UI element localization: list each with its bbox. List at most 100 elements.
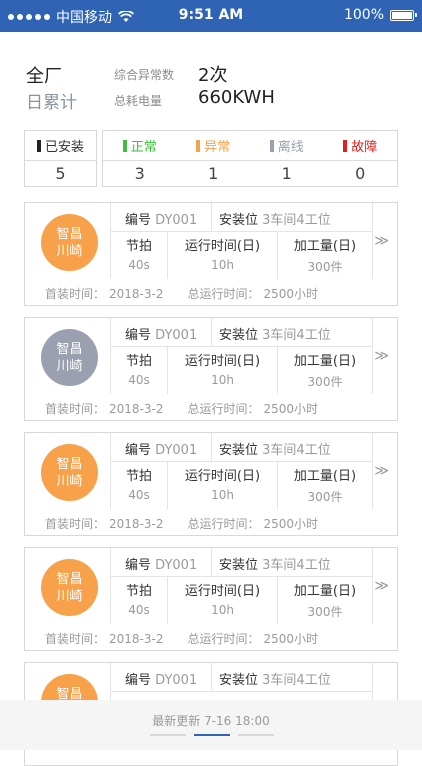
latest-update-text: 最新更新 7-16 18:00 [152, 714, 270, 728]
page-indicator-1[interactable] [150, 734, 186, 736]
runtime-label: 运行时间(日) [184, 239, 261, 254]
runtime-value: 10h [211, 373, 234, 387]
machine-position: 3车间4工位 [262, 328, 331, 343]
machine-info-grid: 编号 DY001 安装位 3车间4工位 节拍 40s 运行时间(日) 10h 加… [110, 203, 373, 279]
footer-bar: 最新更新 7-16 18:00 [0, 700, 422, 750]
status-stat-box: 正常 3 异常 1 离线 1 故障 0 [102, 130, 398, 187]
number-label: 编号 [125, 558, 152, 573]
output-value: 300件 [307, 375, 343, 389]
machine-card[interactable]: 智昌 川崎 编号 DY001 安装位 3车间4工位 节拍 40s 运行时间(日)… [24, 547, 398, 651]
fault-value: 0 [355, 164, 366, 183]
abnormal-value: 1 [208, 164, 219, 183]
first-install-label: 首装时间： [45, 402, 106, 416]
position-label: 安装位 [219, 443, 259, 458]
stat-fault[interactable]: 故障 0 [323, 131, 397, 186]
double-chevron-right-icon[interactable]: ≫ [374, 463, 389, 479]
machine-position: 3车间4工位 [262, 558, 331, 573]
machine-id: DY001 [155, 558, 198, 573]
machine-info-grid: 编号 DY001 安装位 3车间4工位 节拍 40s 运行时间(日) 10h 加… [110, 318, 373, 394]
beat-label: 节拍 [125, 469, 152, 484]
machine-avatar: 智昌 川崎 [41, 444, 98, 501]
beat-label: 节拍 [125, 354, 152, 369]
output-value: 300件 [307, 605, 343, 619]
runtime-label: 运行时间(日) [184, 469, 261, 484]
beat-value: 40s [128, 488, 150, 502]
abnormal-count-label: 综合异常数 [114, 68, 175, 82]
offline-label: 离线 [277, 140, 304, 155]
output-value: 300件 [307, 260, 343, 274]
machine-id: DY001 [155, 328, 198, 343]
first-install-label: 首装时间： [45, 517, 106, 531]
battery-icon [390, 9, 417, 21]
machine-info-grid: 编号 DY001 安装位 3车间4工位 节拍 40s 运行时间(日) 10h 加… [110, 548, 373, 624]
total-runtime-value: 2500小时 [263, 287, 319, 301]
summary-subtitle: 日累计 [26, 93, 77, 113]
first-install-value: 2018-3-2 [109, 632, 164, 646]
battery-percentage: 100% [343, 7, 384, 23]
installed-stat-box: 已安装 5 [24, 130, 97, 187]
stat-installed[interactable]: 已安装 5 [25, 131, 96, 186]
machine-id: DY001 [155, 673, 198, 688]
machine-avatar: 智昌 川崎 [41, 559, 98, 616]
beat-value: 40s [128, 603, 150, 617]
stat-normal[interactable]: 正常 3 [103, 131, 177, 186]
plant-summary: 全厂 日累计 综合异常数 2次 总耗电量 660KWH [26, 58, 406, 114]
first-install-label: 首装时间： [45, 287, 106, 301]
number-label: 编号 [125, 328, 152, 343]
total-runtime-label: 总运行时间： [187, 287, 260, 301]
output-value: 300件 [307, 490, 343, 504]
beat-value: 40s [128, 373, 150, 387]
number-label: 编号 [125, 443, 152, 458]
beat-label: 节拍 [125, 239, 152, 254]
double-chevron-right-icon[interactable]: ≫ [374, 578, 389, 594]
machine-id: DY001 [155, 443, 198, 458]
total-runtime-value: 2500小时 [263, 402, 319, 416]
stat-abnormal[interactable]: 异常 1 [176, 131, 250, 186]
page-indicator-2[interactable] [194, 734, 230, 736]
double-chevron-right-icon[interactable]: ≫ [374, 348, 389, 364]
installed-value: 5 [55, 164, 66, 183]
normal-value: 3 [134, 164, 145, 183]
fault-label: 故障 [351, 140, 378, 155]
stat-offline[interactable]: 离线 1 [250, 131, 324, 186]
installed-color-marker [36, 139, 41, 152]
position-label: 安装位 [219, 213, 259, 228]
page-indicator-3[interactable] [238, 734, 274, 736]
summary-title: 全厂 [26, 66, 62, 87]
position-label: 安装位 [219, 673, 259, 688]
output-label: 加工量(日) [293, 469, 357, 484]
status-bar: 中国移动 9:51 AM 100% [0, 0, 422, 32]
beat-value: 40s [128, 258, 150, 272]
machine-position: 3车间4工位 [262, 443, 331, 458]
first-install-label: 首装时间： [45, 632, 106, 646]
output-label: 加工量(日) [293, 354, 357, 369]
installed-label: 已安装 [44, 140, 84, 155]
runtime-label: 运行时间(日) [184, 354, 261, 369]
total-runtime-value: 2500小时 [263, 632, 319, 646]
offline-value: 1 [281, 164, 292, 183]
abnormal-label: 异常 [204, 140, 231, 155]
double-chevron-right-icon[interactable]: ≫ [374, 233, 389, 249]
machine-card[interactable]: 智昌 川崎 编号 DY001 安装位 3车间4工位 节拍 40s 运行时间(日)… [24, 202, 398, 306]
first-install-value: 2018-3-2 [109, 517, 164, 531]
machine-position: 3车间4工位 [262, 213, 331, 228]
beat-label: 节拍 [125, 584, 152, 599]
position-label: 安装位 [219, 558, 259, 573]
output-label: 加工量(日) [293, 239, 357, 254]
total-runtime-value: 2500小时 [263, 517, 319, 531]
offline-color-marker [269, 139, 274, 152]
machine-avatar: 智昌 川崎 [41, 329, 98, 386]
number-label: 编号 [125, 213, 152, 228]
normal-label: 正常 [130, 140, 157, 155]
machine-card[interactable]: 智昌 川崎 编号 DY001 安装位 3车间4工位 节拍 40s 运行时间(日)… [24, 432, 398, 536]
abnormal-count-value: 2次 [198, 65, 228, 86]
output-label: 加工量(日) [293, 584, 357, 599]
runtime-value: 10h [211, 603, 234, 617]
number-label: 编号 [125, 673, 152, 688]
machine-info-grid: 编号 DY001 安装位 3车间4工位 节拍 40s 运行时间(日) 10h 加… [110, 433, 373, 509]
runtime-value: 10h [211, 258, 234, 272]
machine-position: 3车间4工位 [262, 673, 331, 688]
fault-color-marker [343, 139, 348, 152]
machine-card[interactable]: 智昌 川崎 编号 DY001 安装位 3车间4工位 节拍 40s 运行时间(日)… [24, 317, 398, 421]
first-install-value: 2018-3-2 [109, 287, 164, 301]
